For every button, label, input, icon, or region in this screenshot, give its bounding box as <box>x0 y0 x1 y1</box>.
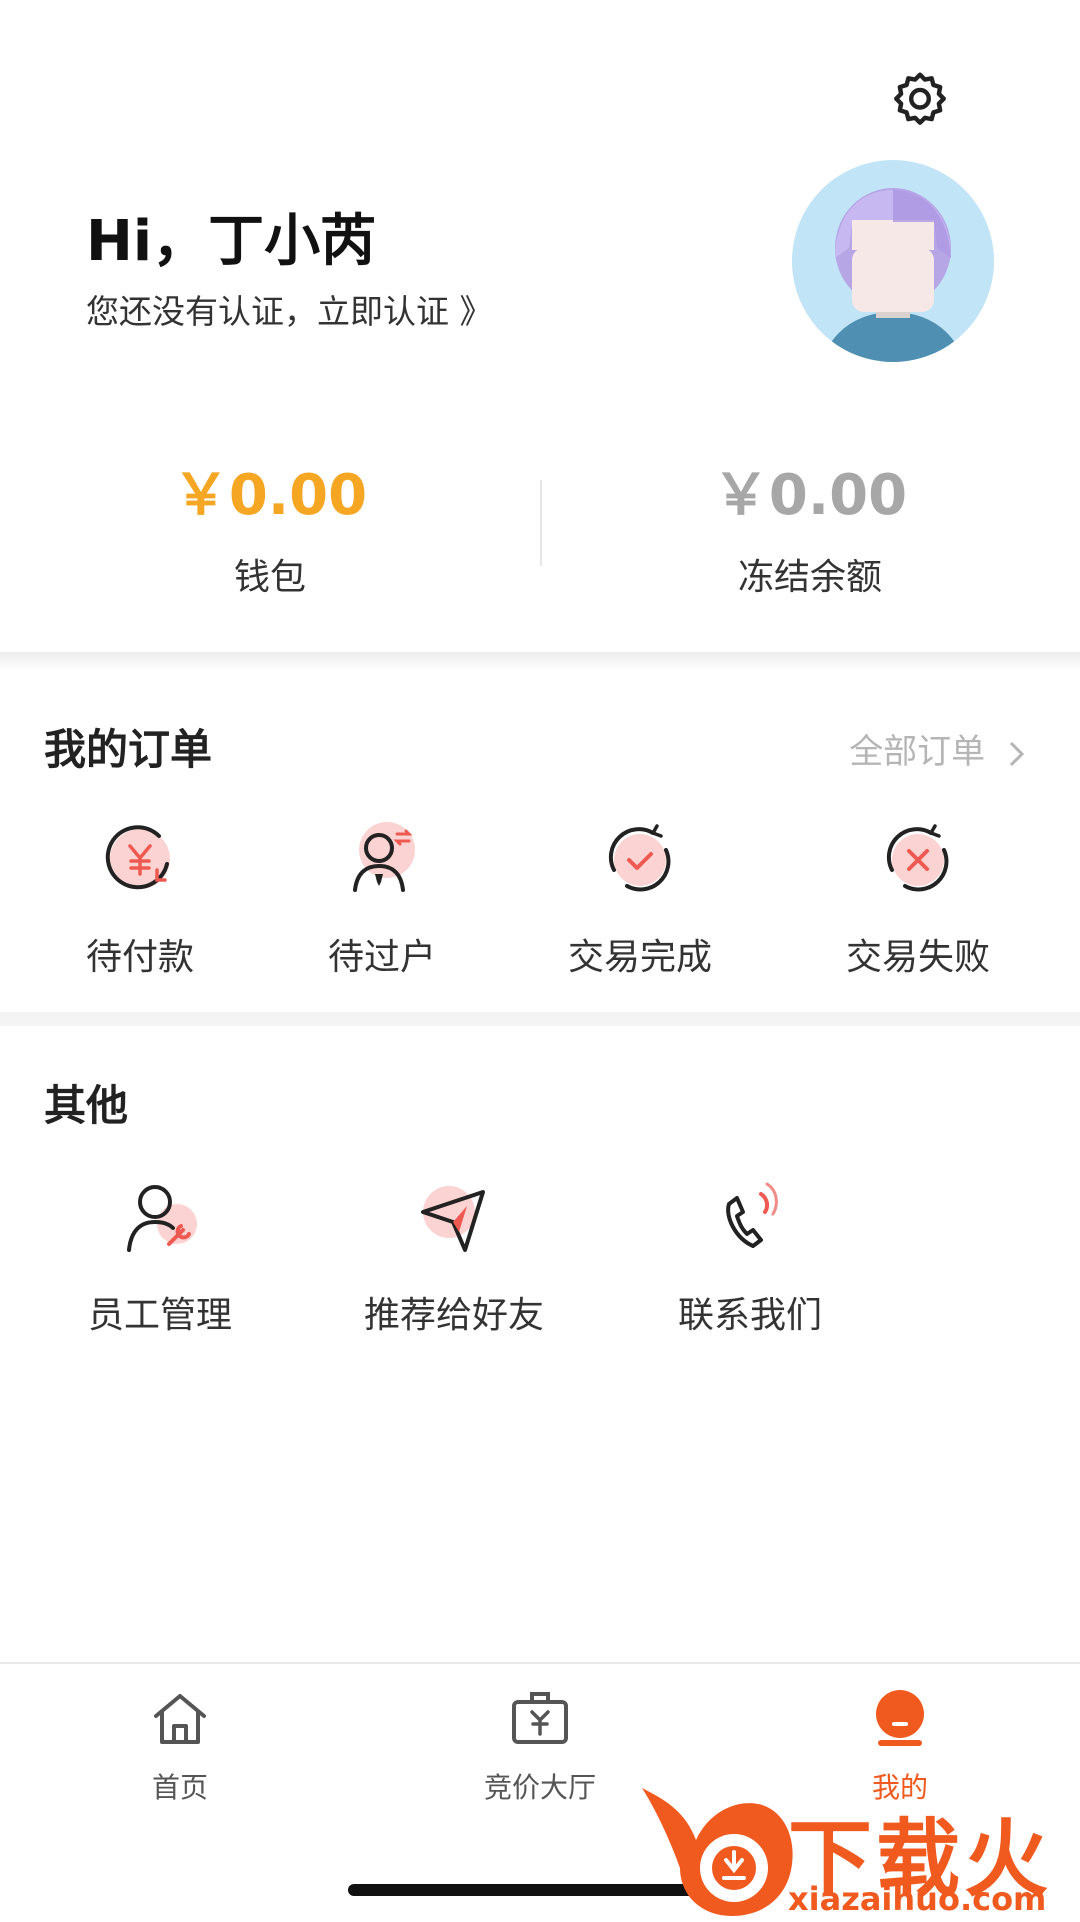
settings-button[interactable] <box>884 64 956 136</box>
section-divider <box>0 1012 1080 1026</box>
phone-icon <box>726 1182 778 1248</box>
order-label: 待付款 <box>85 937 194 978</box>
wallet-amount[interactable]: ￥0.00 <box>0 450 540 531</box>
all-orders-link[interactable]: 全部订单 <box>849 724 1028 773</box>
verify-link[interactable]: 您还没有认证，立即认证 》 <box>86 285 493 333</box>
recommend-icon <box>421 1186 485 1252</box>
tab-home[interactable]: 首页 <box>80 1688 280 1806</box>
others-label: 联系我们 <box>677 1295 822 1336</box>
staff-management-item[interactable]: 员工管理 <box>60 1172 260 1338</box>
frozen-label: 冻结余额 <box>737 557 882 598</box>
pending-payment-icon <box>105 825 170 890</box>
home-icon <box>154 1694 206 1744</box>
avatar-illustration <box>822 188 964 362</box>
frozen-amount[interactable]: ￥0.00 <box>540 450 1080 531</box>
watermark-url: xiazaihuo.com <box>788 1880 1047 1918</box>
tab-bidding-hall[interactable]: 竞价大厅 <box>440 1688 640 1806</box>
trade-complete-icon <box>608 824 671 892</box>
others-label: 推荐给好友 <box>363 1295 544 1336</box>
orders-title: 我的订单 <box>44 725 213 774</box>
bidding-hall-icon <box>512 1692 568 1744</box>
tab-label: 竞价大厅 <box>483 1771 596 1804</box>
chevron-right-icon <box>1009 741 1025 766</box>
pending-transfer-icon <box>353 822 415 892</box>
card-shadow <box>0 652 1080 670</box>
avatar[interactable] <box>792 160 994 362</box>
others-label: 员工管理 <box>87 1295 232 1336</box>
order-pending-payment[interactable]: 待付款 <box>40 814 240 980</box>
order-label: 交易完成 <box>567 937 712 978</box>
order-pending-transfer[interactable]: 待过户 <box>282 814 482 980</box>
order-label: 交易失败 <box>845 937 990 978</box>
wallet-label: 钱包 <box>233 557 306 598</box>
order-trade-complete[interactable]: 交易完成 <box>540 814 740 980</box>
staff-management-icon <box>127 1185 197 1252</box>
all-orders-label: 全部订单 <box>849 732 986 772</box>
profile-icon <box>876 1690 924 1746</box>
order-label: 待过户 <box>327 937 436 978</box>
contact-us-item[interactable]: 联系我们 <box>650 1172 850 1338</box>
trade-failed-icon <box>886 824 949 892</box>
gear-icon <box>894 72 946 125</box>
recommend-item[interactable]: 推荐给好友 <box>354 1172 554 1338</box>
greeting-title: Hi，丁小芮 <box>86 209 377 274</box>
order-trade-failed[interactable]: 交易失败 <box>818 814 1018 980</box>
tab-label: 首页 <box>151 1771 208 1804</box>
others-title: 其他 <box>44 1081 129 1130</box>
